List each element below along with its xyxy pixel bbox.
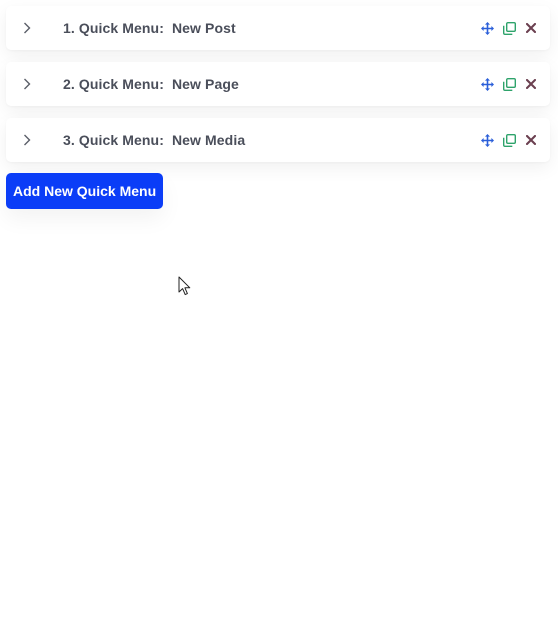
chevron-right-icon[interactable]: [21, 78, 33, 90]
mouse-pointer-icon: [178, 276, 192, 296]
chevron-right-icon[interactable]: [21, 22, 33, 34]
quick-menu-number: 2.: [62, 76, 75, 92]
duplicate-icon[interactable]: [502, 77, 516, 91]
quick-menu-list: 1. Quick Menu: New Post 2. Quick Menu: N…: [6, 6, 550, 174]
quick-menu-title[interactable]: 2. Quick Menu: New Page: [39, 60, 239, 108]
add-new-quick-menu-button[interactable]: Add New Quick Menu: [6, 173, 164, 209]
quick-menu-number: 3.: [62, 132, 75, 148]
quick-menu-number: 1.: [62, 20, 75, 36]
quick-menu-actions: [472, 62, 538, 106]
move-arrows-icon[interactable]: [480, 133, 494, 147]
quick-menu-name: New Post: [171, 20, 236, 36]
quick-menu-actions: [472, 6, 538, 50]
quick-menu-actions: [472, 118, 538, 162]
quick-menu-item[interactable]: 3. Quick Menu: New Media: [6, 118, 550, 162]
quick-menu-prefix: Quick Menu:: [78, 132, 164, 148]
close-icon[interactable]: [524, 133, 538, 147]
quick-menu-title[interactable]: 3. Quick Menu: New Media: [39, 116, 245, 164]
quick-menu-name: New Media: [171, 132, 246, 148]
quick-menu-prefix: Quick Menu:: [78, 20, 164, 36]
quick-menu-item[interactable]: 1. Quick Menu: New Post: [6, 6, 550, 50]
quick-menu-title[interactable]: 1. Quick Menu: New Post: [39, 4, 236, 52]
duplicate-icon[interactable]: [502, 21, 516, 35]
duplicate-icon[interactable]: [502, 133, 516, 147]
close-icon[interactable]: [524, 77, 538, 91]
move-arrows-icon[interactable]: [480, 77, 494, 91]
quick-menu-name: New Page: [171, 76, 239, 92]
move-arrows-icon[interactable]: [480, 21, 494, 35]
chevron-right-icon[interactable]: [21, 134, 33, 146]
quick-menu-prefix: Quick Menu:: [78, 76, 164, 92]
close-icon[interactable]: [524, 21, 538, 35]
quick-menu-item[interactable]: 2. Quick Menu: New Page: [6, 62, 550, 106]
